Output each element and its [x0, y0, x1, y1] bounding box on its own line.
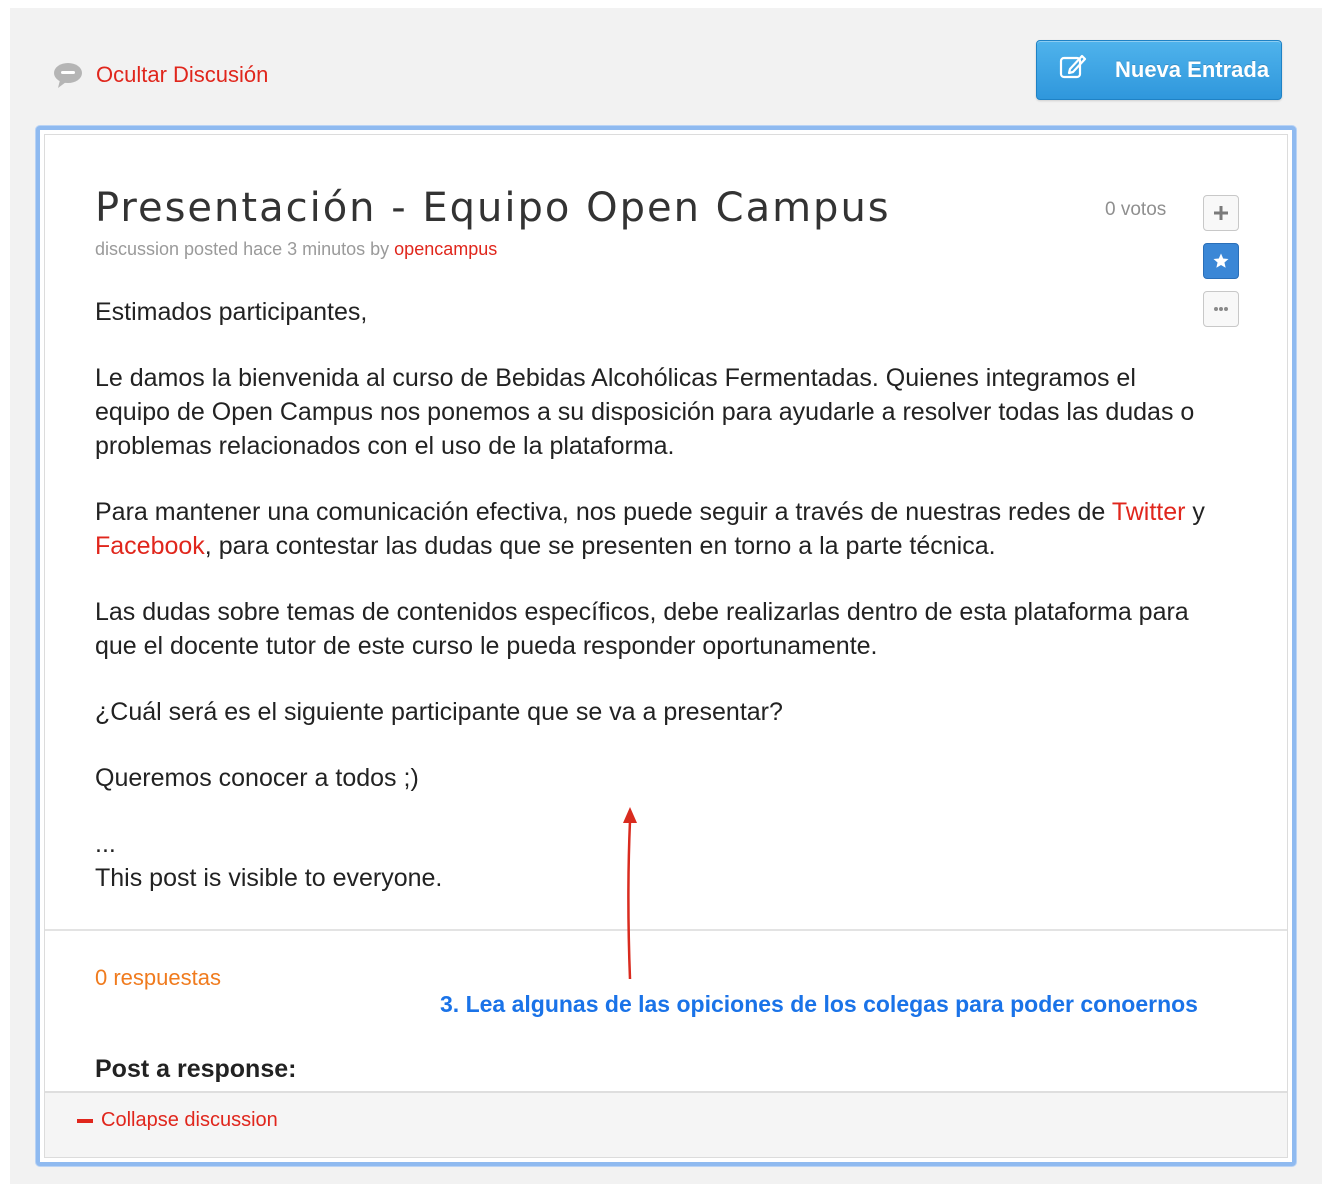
post-paragraph: Las dudas sobre temas de contenidos espe… — [95, 598, 1189, 660]
facebook-link[interactable]: Facebook — [95, 532, 205, 560]
post-meta-text: discussion posted hace 3 minutos by — [95, 239, 395, 259]
response-count: 0 respuestas — [95, 965, 221, 990]
post-text: , para contestar las dudas que se presen… — [204, 532, 996, 560]
post-paragraph: Estimados participantes, — [95, 298, 368, 326]
discussion-card: Presentación - Equipo Open Campus discus… — [36, 126, 1296, 1166]
vote-count: 0 votos — [1105, 199, 1167, 220]
chat-bubble-icon — [54, 63, 82, 88]
collapse-bar: Collapse discussion — [45, 1091, 1287, 1157]
post-visibility: This post is visible to everyone. — [95, 864, 443, 892]
post-ellipsis: ... — [95, 830, 116, 858]
post-meta: discussion posted hace 3 minutos by open… — [95, 239, 497, 260]
divider — [45, 929, 1287, 931]
post-text: y — [1185, 498, 1205, 526]
hide-discussion-label: Ocultar Discusión — [96, 62, 269, 87]
new-entry-button[interactable]: Nueva Entrada — [1036, 40, 1282, 100]
new-entry-label: Nueva Entrada — [1115, 57, 1270, 82]
ellipsis-icon — [1214, 307, 1228, 311]
star-icon — [1213, 253, 1229, 268]
author-link[interactable]: opencampus — [394, 239, 497, 259]
follow-button[interactable] — [1203, 243, 1239, 279]
post-title: Presentación - Equipo Open Campus — [95, 185, 891, 231]
post-body: Estimados participantes, Le damos la bie… — [95, 295, 1215, 895]
post-response-heading: Post a response: — [95, 1055, 297, 1083]
annotation-arrow — [623, 807, 637, 980]
minus-icon — [77, 1118, 93, 1123]
hide-discussion-link[interactable]: Ocultar Discusión — [52, 60, 268, 90]
vote-button[interactable] — [1203, 195, 1239, 231]
edit-icon — [1059, 54, 1087, 79]
post-paragraph: Queremos conocer a todos ;) — [95, 764, 419, 792]
discussion-container: Ocultar Discusión Nueva Entrada Presenta… — [10, 8, 1322, 1184]
post-paragraph: Le damos la bienvenida al curso de Bebid… — [95, 364, 1195, 460]
plus-icon — [1214, 206, 1228, 220]
collapse-discussion-link[interactable]: Collapse discussion — [77, 1109, 278, 1132]
twitter-link[interactable]: Twitter — [1112, 498, 1186, 526]
discussion-card-inner: Presentación - Equipo Open Campus discus… — [44, 134, 1288, 1158]
post-paragraph: Para mantener una comunicación efectiva,… — [95, 495, 1215, 563]
post-paragraph: ¿Cuál será es el siguiente participante … — [95, 698, 783, 726]
collapse-discussion-label: Collapse discussion — [101, 1109, 278, 1131]
post-text: Para mantener una comunicación efectiva,… — [95, 498, 1112, 526]
annotation-text: 3. Lea algunas de las opiciones de los c… — [440, 991, 1198, 1017]
